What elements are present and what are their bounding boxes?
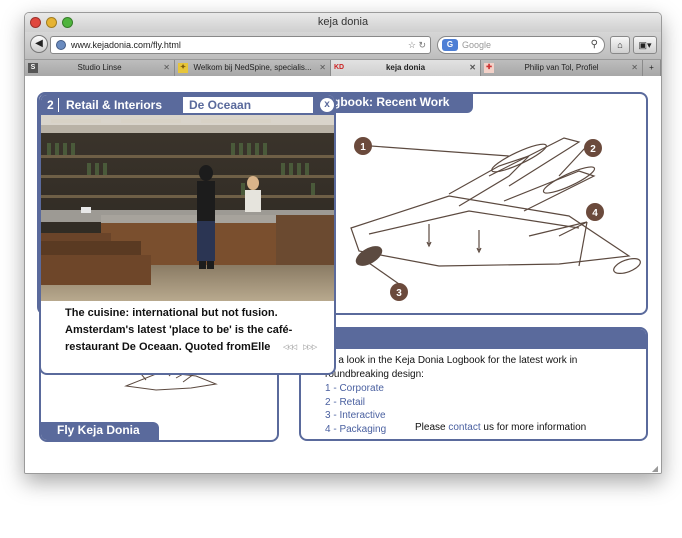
logbook-title: gbook: Recent Work xyxy=(329,94,473,113)
page-content: gbook: Recent Work 1 2 3 4 ke a look in … xyxy=(25,76,661,473)
link-corporate[interactable]: 1 - Corporate xyxy=(325,382,386,396)
tab-nedspine[interactable]: ✦ Welkom bij NedSpine, specialis... ✕ xyxy=(175,60,331,76)
tab-philip-van-tol[interactable]: ✚ Philip van Tol, Profiel ✕ xyxy=(481,60,643,76)
callout-2: 2 xyxy=(590,144,596,155)
close-tab-icon[interactable]: ✕ xyxy=(469,60,476,75)
new-tab-button[interactable]: + xyxy=(643,60,661,76)
favicon: S xyxy=(28,63,38,73)
airplane-diagram: 1 2 3 4 xyxy=(350,137,641,301)
fly-keja-donia-title[interactable]: Fly Keja Donia xyxy=(41,422,159,440)
search-icon[interactable]: ⚲ xyxy=(591,37,598,53)
contact-prefix: Please xyxy=(415,422,449,433)
category-list: 1 - Corporate 2 - Retail 3 - Interactive… xyxy=(325,382,386,436)
bookmark-star-icon[interactable]: ☆ xyxy=(408,40,416,50)
callout-4: 4 xyxy=(592,208,598,219)
callout-3: 3 xyxy=(396,288,402,299)
close-window-button[interactable] xyxy=(30,17,41,28)
contact-text: Please contact us for more information xyxy=(415,422,586,433)
info-panel: ke a look in the Keja Donia Logbook for … xyxy=(299,327,648,441)
close-tab-icon[interactable]: ✕ xyxy=(319,60,326,75)
link-packaging[interactable]: 4 - Packaging xyxy=(325,423,386,437)
title-bar: keja donia xyxy=(25,13,661,32)
back-button[interactable]: ◀ xyxy=(30,35,48,53)
reload-icon[interactable]: ↻ xyxy=(418,40,426,50)
search-input[interactable]: G Google ⚲ xyxy=(437,36,605,54)
caption-line2: Amsterdam's latest 'place to be' is the … xyxy=(65,324,293,336)
browser-window: keja donia ◀ www.kejadonia.com/fly.html … xyxy=(24,12,662,474)
google-icon[interactable]: G xyxy=(442,39,458,51)
header-divider xyxy=(58,98,59,112)
tab-keja-donia[interactable]: KD keja donia ✕ xyxy=(331,60,481,76)
overlay-subtitle: De Oceaan xyxy=(183,97,313,113)
tab-label: Studio Linse xyxy=(77,63,122,72)
close-tab-icon[interactable]: ✕ xyxy=(163,60,170,75)
link-interactive[interactable]: 3 - Interactive xyxy=(325,409,386,423)
home-button[interactable]: ⌂ xyxy=(610,36,630,54)
address-bar[interactable]: www.kejadonia.com/fly.html ☆ ↻ xyxy=(50,36,431,54)
callout-1: 1 xyxy=(360,142,366,153)
favicon: ✦ xyxy=(178,63,188,73)
overlay-header: 2 Retail & Interiors De Oceaan x xyxy=(41,95,334,115)
tab-bar: S Studio Linse ✕ ✦ Welkom bij NedSpine, … xyxy=(25,60,661,76)
close-tab-icon[interactable]: ✕ xyxy=(631,60,638,75)
info-text-line2: roundbreaking design: xyxy=(325,369,424,380)
tab-label: Philip van Tol, Profiel xyxy=(524,63,599,72)
contact-suffix: us for more information xyxy=(480,422,587,433)
project-overlay: 2 Retail & Interiors De Oceaan x The cui… xyxy=(39,93,336,375)
zoom-window-button[interactable] xyxy=(62,17,73,28)
tab-label: Welkom bij NedSpine, specialis... xyxy=(193,63,312,72)
globe-icon xyxy=(56,40,66,50)
close-icon[interactable]: x xyxy=(320,98,334,112)
favicon: KD xyxy=(334,64,345,71)
resize-grip-icon[interactable]: ◢ xyxy=(652,464,658,473)
window-controls xyxy=(30,17,73,28)
overlay-number: 2 xyxy=(47,98,54,112)
favicon: ✚ xyxy=(484,63,494,73)
bookmarks-button[interactable]: ▣▾ xyxy=(633,36,657,54)
next-arrow-icon[interactable]: ▷▷▷ xyxy=(303,344,317,351)
caption-line1: The cuisine: international but not fusio… xyxy=(65,307,278,319)
window-title: keja donia xyxy=(317,16,369,28)
restaurant-photo xyxy=(41,115,334,301)
minimize-window-button[interactable] xyxy=(46,17,57,28)
address-bar-icons: ☆ ↻ xyxy=(408,37,426,53)
overlay-category: Retail & Interiors xyxy=(66,98,163,112)
tab-studio-linse[interactable]: S Studio Linse ✕ xyxy=(25,60,175,76)
gallery-nav: ◁◁◁ ▷▷▷ xyxy=(283,343,317,351)
browser-toolbar: ◀ www.kejadonia.com/fly.html ☆ ↻ G Googl… xyxy=(25,32,661,60)
previous-arrow-icon[interactable]: ◁◁◁ xyxy=(283,344,297,351)
info-header xyxy=(301,329,646,349)
contact-link[interactable]: contact xyxy=(448,422,480,433)
info-text: ke a look in the Keja Donia Logbook for … xyxy=(325,354,577,382)
tab-label: keja donia xyxy=(385,63,426,72)
link-retail[interactable]: 2 - Retail xyxy=(325,396,386,410)
info-text-line1: ke a look in the Keja Donia Logbook for … xyxy=(325,355,578,366)
url-text: www.kejadonia.com/fly.html xyxy=(71,40,181,50)
search-placeholder: Google xyxy=(462,40,492,50)
